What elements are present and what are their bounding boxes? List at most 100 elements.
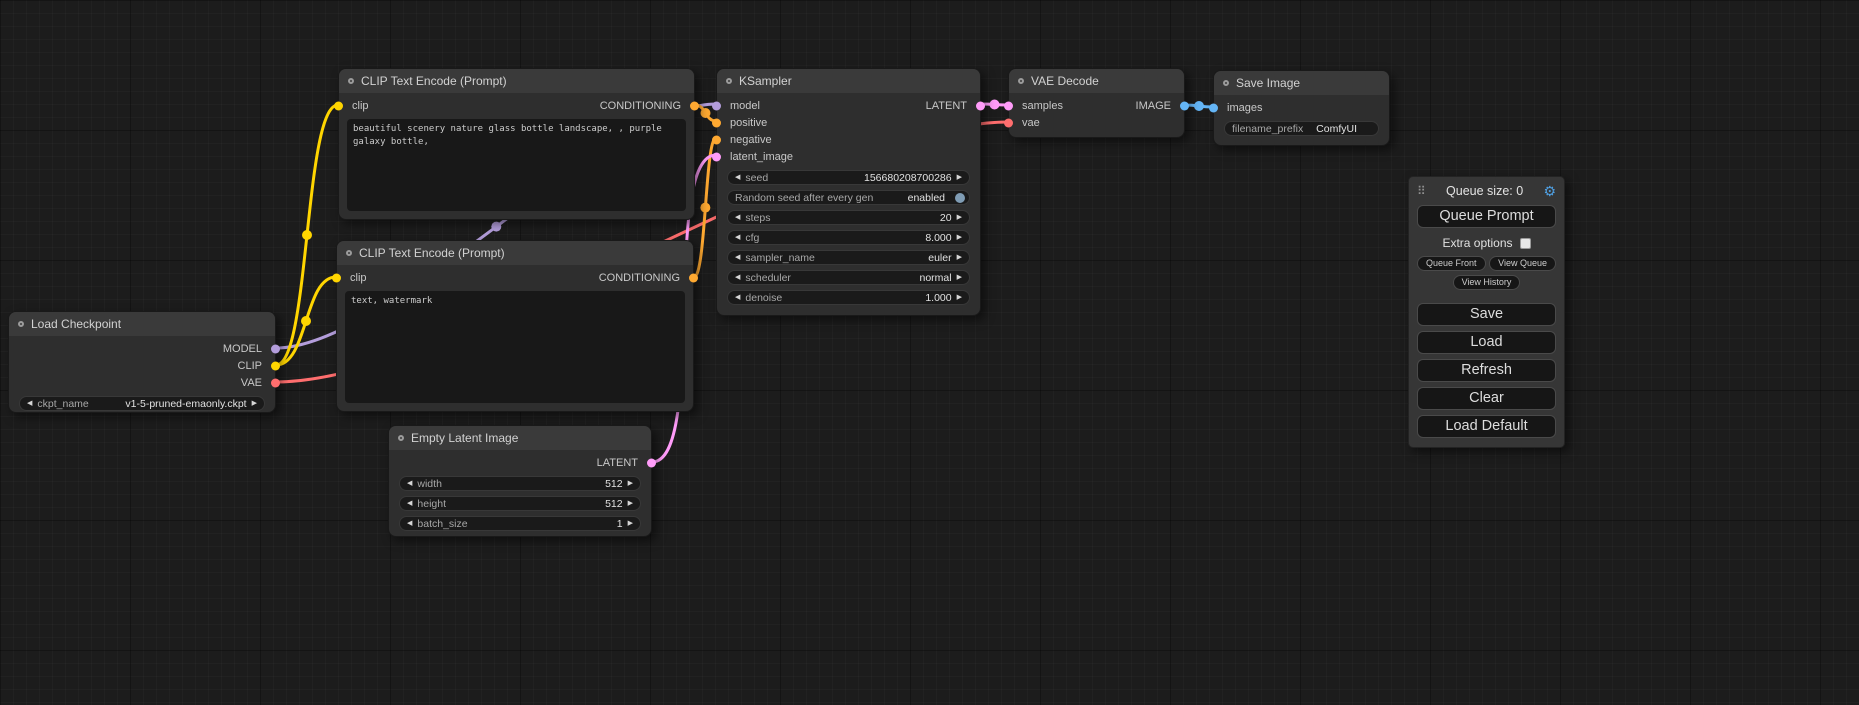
link-midpoint-dot[interactable] (701, 108, 711, 118)
widget-steps[interactable]: ◀ steps 20 ▶ (727, 210, 970, 225)
link-midpoint-dot[interactable] (491, 222, 501, 232)
save-button[interactable]: Save (1417, 303, 1556, 326)
widget-width[interactable]: ◀ width 512 ▶ (399, 476, 641, 491)
node-empty-latent-image[interactable]: Empty Latent Image LATENT ◀ width 512 ▶ … (388, 425, 652, 537)
decrement-arrow-icon[interactable]: ◀ (407, 480, 412, 487)
collapse-toggle-icon[interactable] (346, 250, 352, 256)
extra-options-label: Extra options (1442, 236, 1512, 250)
node-clip-text-encode-positive[interactable]: CLIP Text Encode (Prompt) clip CONDITION… (338, 68, 695, 220)
link-midpoint-dot[interactable] (302, 230, 312, 240)
node-ksampler[interactable]: KSampler model LATENT positive negative … (716, 68, 981, 316)
node-save-image[interactable]: Save Image images filename_prefix ComfyU… (1213, 70, 1390, 146)
node-header[interactable]: CLIP Text Encode (Prompt) (339, 69, 694, 93)
widget-label: height (417, 498, 446, 510)
decrement-arrow-icon[interactable]: ◀ (735, 174, 740, 181)
output-slot-model[interactable] (271, 344, 280, 353)
increment-arrow-icon[interactable]: ▶ (957, 214, 962, 221)
collapse-toggle-icon[interactable] (1018, 78, 1024, 84)
decrement-arrow-icon[interactable]: ◀ (407, 500, 412, 507)
view-history-button[interactable]: View History (1453, 275, 1521, 290)
increment-arrow-icon[interactable]: ▶ (957, 254, 962, 261)
widget-denoise[interactable]: ◀ denoise 1.000 ▶ (727, 290, 970, 305)
graph-canvas[interactable]: { "colors": { "slot_types": { "MODEL": "… (0, 0, 1859, 705)
widget-ckpt-name[interactable]: ◀ ckpt_name v1-5-pruned-emaonly.ckpt ▶ (19, 396, 265, 411)
output-slot-conditioning[interactable] (690, 101, 699, 110)
increment-arrow-icon[interactable]: ▶ (957, 174, 962, 181)
input-slot-samples[interactable] (1004, 101, 1013, 110)
extra-options-checkbox[interactable] (1520, 238, 1531, 249)
load-default-button[interactable]: Load Default (1417, 415, 1556, 438)
input-slot-clip[interactable] (332, 273, 341, 282)
load-button[interactable]: Load (1417, 331, 1556, 354)
widget-label: steps (745, 212, 770, 224)
view-queue-button[interactable]: View Queue (1489, 256, 1556, 271)
prompt-textarea[interactable]: text, watermark (345, 291, 685, 403)
widget-cfg[interactable]: ◀ cfg 8.000 ▶ (727, 230, 970, 245)
refresh-button[interactable]: Refresh (1417, 359, 1556, 382)
input-slot-positive[interactable] (712, 118, 721, 127)
slot-row: latent_image (717, 148, 980, 165)
drag-handle-icon[interactable]: ⠿ (1417, 184, 1426, 198)
increment-arrow-icon[interactable]: ▶ (628, 500, 633, 507)
node-header[interactable]: VAE Decode (1009, 69, 1184, 93)
prompt-textarea[interactable]: beautiful scenery nature glass bottle la… (347, 119, 686, 211)
queue-size-label: Queue size: 0 (1426, 184, 1544, 198)
widget-value: enabled (908, 192, 945, 204)
link-midpoint-dot[interactable] (990, 100, 1000, 110)
queue-prompt-button[interactable]: Queue Prompt (1417, 205, 1556, 228)
decrement-arrow-icon[interactable]: ◀ (735, 294, 740, 301)
increment-arrow-icon[interactable]: ▶ (628, 480, 633, 487)
collapse-toggle-icon[interactable] (348, 78, 354, 84)
node-clip-text-encode-negative[interactable]: CLIP Text Encode (Prompt) clip CONDITION… (336, 240, 694, 412)
link-midpoint-dot[interactable] (1194, 101, 1204, 111)
clear-button[interactable]: Clear (1417, 387, 1556, 410)
increment-arrow-icon[interactable]: ▶ (957, 234, 962, 241)
node-header[interactable]: CLIP Text Encode (Prompt) (337, 241, 693, 265)
decrement-arrow-icon[interactable]: ◀ (407, 520, 412, 527)
decrement-arrow-icon[interactable]: ◀ (735, 254, 740, 261)
seed-toggle-dot[interactable] (955, 193, 965, 203)
node-header[interactable]: Load Checkpoint (9, 312, 275, 336)
widget-label: seed (745, 172, 768, 184)
widget-seed[interactable]: ◀ seed 156680208700286 ▶ (727, 170, 970, 185)
increment-arrow-icon[interactable]: ▶ (957, 294, 962, 301)
node-load-checkpoint[interactable]: Load Checkpoint MODEL CLIP VAE ◀ ckpt_na… (8, 311, 276, 413)
decrement-arrow-icon[interactable]: ◀ (27, 400, 32, 407)
output-slot-vae[interactable] (271, 378, 280, 387)
output-slot-image[interactable] (1180, 101, 1189, 110)
widget-height[interactable]: ◀ height 512 ▶ (399, 496, 641, 511)
collapse-toggle-icon[interactable] (1223, 80, 1229, 86)
output-slot-conditioning[interactable] (689, 273, 698, 282)
node-header[interactable]: Empty Latent Image (389, 426, 651, 450)
node-header[interactable]: KSampler (717, 69, 980, 93)
widget-batch-size[interactable]: ◀ batch_size 1 ▶ (399, 516, 641, 531)
collapse-toggle-icon[interactable] (398, 435, 404, 441)
link-midpoint-dot[interactable] (301, 316, 311, 326)
link-midpoint-dot[interactable] (700, 203, 710, 213)
increment-arrow-icon[interactable]: ▶ (628, 520, 633, 527)
collapse-toggle-icon[interactable] (18, 321, 24, 327)
input-slot-vae[interactable] (1004, 118, 1013, 127)
increment-arrow-icon[interactable]: ▶ (957, 274, 962, 281)
decrement-arrow-icon[interactable]: ◀ (735, 274, 740, 281)
input-slot-latent-image[interactable] (712, 152, 721, 161)
decrement-arrow-icon[interactable]: ◀ (735, 234, 740, 241)
widget-sampler-name[interactable]: ◀ sampler_name euler ▶ (727, 250, 970, 265)
decrement-arrow-icon[interactable]: ◀ (735, 214, 740, 221)
widget-filename-prefix[interactable]: filename_prefix ComfyUI (1224, 121, 1379, 136)
node-header[interactable]: Save Image (1214, 71, 1389, 95)
output-slot-latent[interactable] (976, 101, 985, 110)
input-slot-images[interactable] (1209, 103, 1218, 112)
collapse-toggle-icon[interactable] (726, 78, 732, 84)
output-slot-latent[interactable] (647, 458, 656, 467)
settings-gear-icon[interactable]: ⚙ (1543, 184, 1556, 198)
increment-arrow-icon[interactable]: ▶ (252, 400, 257, 407)
input-slot-model[interactable] (712, 101, 721, 110)
input-slot-clip[interactable] (334, 101, 343, 110)
input-slot-negative[interactable] (712, 135, 721, 144)
output-slot-clip[interactable] (271, 361, 280, 370)
widget-scheduler[interactable]: ◀ scheduler normal ▶ (727, 270, 970, 285)
queue-front-button[interactable]: Queue Front (1417, 256, 1486, 271)
widget-random-seed-toggle[interactable]: Random seed after every gen enabled (727, 190, 970, 205)
node-vae-decode[interactable]: VAE Decode samples IMAGE vae (1008, 68, 1185, 138)
